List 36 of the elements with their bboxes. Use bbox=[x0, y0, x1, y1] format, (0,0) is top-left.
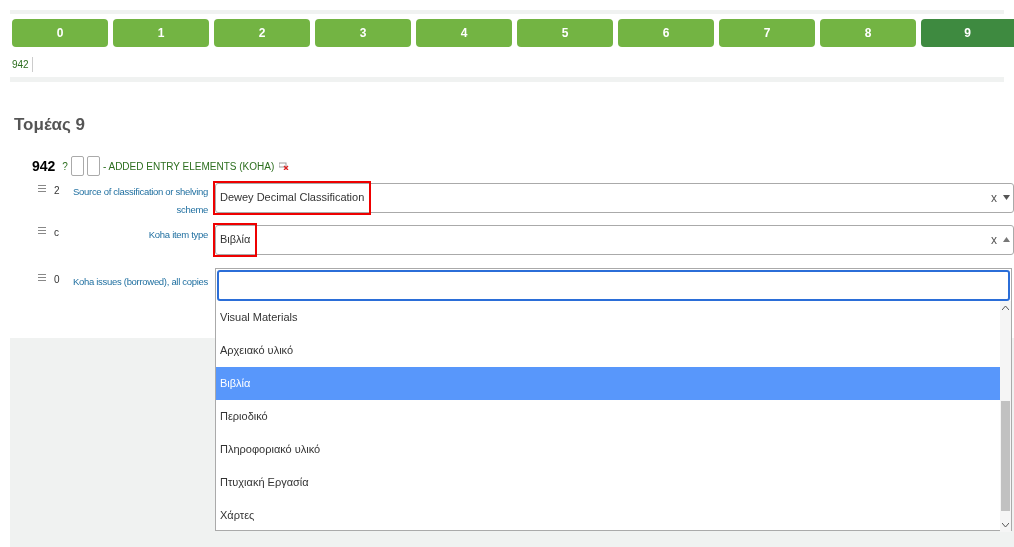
subfield-label: Koha issues (borrowed), all copies bbox=[72, 274, 209, 289]
dropdown-option[interactable]: Visual Materials bbox=[216, 301, 1000, 334]
subfield-code: 2 bbox=[53, 183, 61, 198]
dropdown-option[interactable]: Πτυχιακή Εργασία bbox=[216, 466, 1000, 499]
select-field[interactable]: Dewey Decimal Classification x bbox=[215, 182, 1014, 213]
clear-button[interactable]: x bbox=[991, 188, 997, 207]
clear-button[interactable]: x bbox=[991, 230, 997, 249]
dropdown-option[interactable]: Χάρτες bbox=[216, 499, 1000, 532]
scroll-up-icon[interactable] bbox=[1002, 305, 1009, 310]
caret-up-icon[interactable] bbox=[1003, 237, 1010, 242]
subfield-label: Source of classification or shelving scheme bbox=[72, 184, 209, 217]
select-value: Βιβλία bbox=[213, 222, 258, 257]
drag-handle-icon[interactable] bbox=[38, 184, 48, 192]
caret-down-icon[interactable] bbox=[1003, 195, 1010, 200]
scroll-down-icon[interactable] bbox=[1002, 523, 1009, 528]
search-field[interactable] bbox=[217, 270, 1010, 301]
subfield-code: c bbox=[53, 225, 60, 240]
tab[interactable]: 9 bbox=[921, 19, 1014, 47]
field-title: - ADDED ENTRY ELEMENTS (KOHA) bbox=[102, 159, 275, 174]
scrollbar[interactable] bbox=[1000, 301, 1011, 532]
dropdown-option[interactable]: Περιοδικό bbox=[216, 400, 1000, 433]
subfield-code: 0 bbox=[53, 272, 61, 287]
select-value: Dewey Decimal Classification bbox=[213, 180, 372, 215]
subfield-label: Koha item type bbox=[147, 227, 209, 242]
drag-handle-icon[interactable] bbox=[38, 273, 48, 281]
section-title: Τομέας 9 bbox=[13, 114, 87, 136]
indicator-field[interactable] bbox=[86, 156, 100, 176]
delete-field-icon[interactable] bbox=[279, 162, 290, 170]
indicator-field[interactable] bbox=[70, 156, 84, 176]
help-link[interactable]: ? bbox=[62, 158, 68, 174]
drag-handle-icon[interactable] bbox=[38, 226, 48, 234]
dropdown-option[interactable]: Πληροφοριακό υλικό bbox=[216, 433, 1000, 466]
tag-link[interactable]: 942 bbox=[12, 57, 33, 72]
select-field[interactable]: Βιβλία x bbox=[215, 224, 1014, 255]
field-tag: 942 bbox=[32, 155, 56, 177]
dropdown-option[interactable]: Αρχειακό υλικό bbox=[216, 334, 1000, 367]
